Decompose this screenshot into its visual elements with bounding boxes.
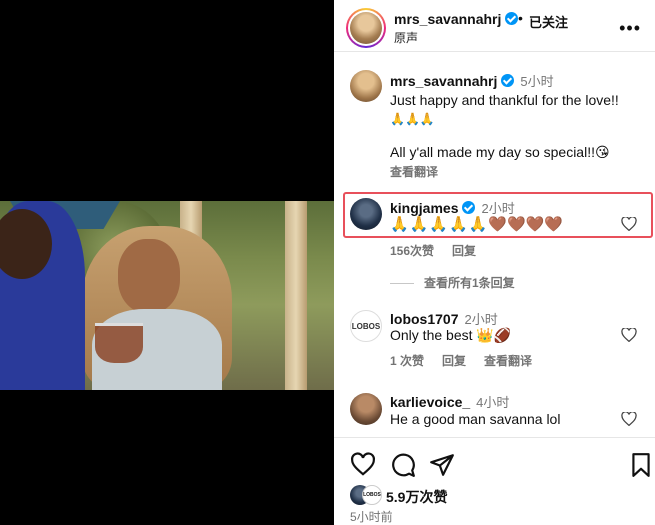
comment-text: He a good man savanna lol [390,411,561,427]
praying-hands-emojis: 🙏🙏🙏🙏🙏 [390,215,489,233]
brown-hearts-emojis: 🤎🤎🤎🤎 [488,215,564,233]
caption-avatar[interactable] [350,70,382,102]
verified-icon [505,12,519,25]
translate-link[interactable]: 查看翻译 [484,354,532,368]
audio-label[interactable]: 原声 [394,29,418,46]
separator-dot: • [518,10,523,26]
liker-avatar[interactable]: LOBOS [362,485,382,505]
caption-emojis: 🙏🙏🙏 [390,112,435,126]
caption-username[interactable]: mrs_savannahrj 5小时 [390,71,554,90]
verified-icon [501,74,515,87]
follow-status-button[interactable]: 已关注 [529,12,568,31]
comment-time: 2小时 [464,312,498,327]
comment-likes[interactable]: 1 次赞 [390,354,424,368]
caption-line-2: All y'all made my day so special!!😘 [390,144,610,160]
save-bookmark-icon[interactable] [628,452,654,478]
comment-bubble-icon[interactable] [390,452,416,478]
comment-meta: 156次赞 回复 [390,242,494,259]
comment-likes[interactable]: 156次赞 [390,244,434,258]
like-comment-heart-icon[interactable] [621,412,637,426]
share-send-icon[interactable] [429,452,455,478]
comment-username[interactable]: karlievoice_ 4小时 [390,392,509,411]
like-comment-heart-icon[interactable] [621,217,637,231]
comment-avatar[interactable]: LOBOS [350,310,382,342]
post-media[interactable] [0,0,334,525]
comment-meta: 1 次赞 回复 查看翻译 [390,352,550,369]
comments-list[interactable]: mrs_savannahrj 5小时 Just happy and thankfu… [334,53,655,436]
comment-avatar[interactable] [350,198,382,230]
author-avatar[interactable] [346,8,386,48]
comment-time: 4小时 [476,395,510,410]
post-header: mrs_savannahrj • 已关注 原声 ••• [334,0,655,52]
total-likes[interactable]: 5.9万次赞 [386,487,447,507]
comment-text: 🙏🙏🙏🙏🙏🤎🤎🤎🤎 [390,215,563,234]
caption-translate-link[interactable]: 查看翻译 [390,163,438,180]
caption-line-1: Just happy and thankful for the love!! [390,92,619,108]
comment-avatar[interactable] [350,393,382,425]
caption-time: 5小时 [520,74,554,89]
verified-icon [462,201,476,214]
comment-text: Only the best 👑🏈 [390,327,512,343]
reply-button[interactable]: 回复 [452,244,476,258]
more-options-icon[interactable]: ••• [619,18,641,39]
comment-time: 2小时 [481,201,515,216]
like-comment-heart-icon[interactable] [621,328,637,342]
author-username[interactable]: mrs_savannahrj [394,11,519,27]
video-frame[interactable] [0,201,334,390]
reply-button[interactable]: 回复 [442,354,466,368]
video-person-face [118,239,180,313]
view-replies-link[interactable]: 查看所有1条回复 [390,274,515,291]
comments-panel: mrs_savannahrj • 已关注 原声 ••• mrs_savannah… [334,0,655,525]
video-pillar [285,201,307,390]
video-glass [95,323,143,363]
posted-time[interactable]: 5小时前 [350,508,393,525]
like-heart-icon[interactable] [350,452,376,478]
post-actions-bar: LOBOS 5.9万次赞 5小时前 [334,437,655,525]
